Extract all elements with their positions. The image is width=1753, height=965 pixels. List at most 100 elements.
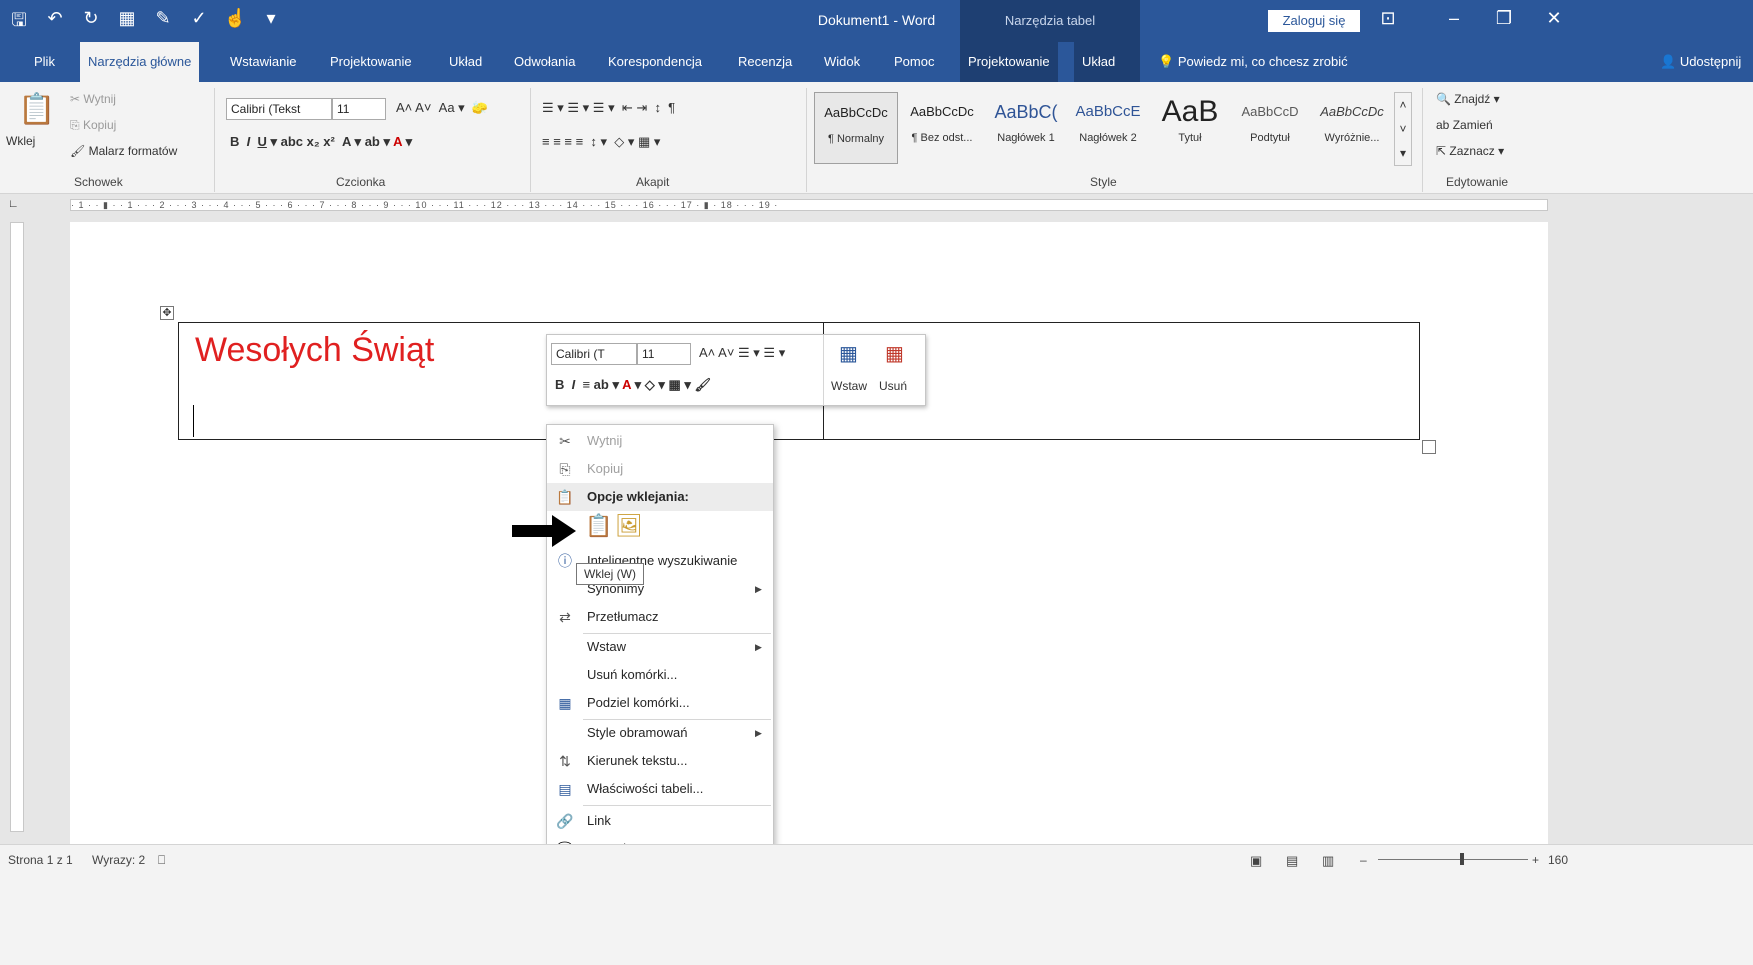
- paste-keep-source-icon[interactable]: 📋: [585, 513, 612, 539]
- mini-delete-button[interactable]: Usuń: [879, 379, 907, 393]
- zoom-level[interactable]: 160: [1548, 853, 1568, 867]
- font-size-select[interactable]: 11: [332, 98, 386, 120]
- zoom-out-icon[interactable]: –: [1360, 853, 1367, 867]
- list-controls[interactable]: ☰ ▾ ☰ ▾ ☰ ▾ ⇤ ⇥ ↕ ¶: [542, 100, 675, 116]
- menu-item-label: Podziel komórki...: [587, 695, 690, 710]
- styles-scroll-controls[interactable]: ˄ ˅ ▾: [1394, 92, 1412, 166]
- ribbon-display-options-icon[interactable]: ⊡: [1368, 8, 1408, 29]
- table-delete-icon[interactable]: ▦: [885, 341, 904, 366]
- replace-button[interactable]: ab Zamień: [1436, 118, 1493, 132]
- tab-home[interactable]: Narzędzia główne: [80, 42, 200, 82]
- document-page[interactable]: ✥ Wesołych Świąt: [70, 222, 1548, 844]
- share-label: Udostępnij: [1679, 54, 1742, 69]
- paste-tooltip: Wklej (W): [576, 563, 644, 585]
- mini-insert-button[interactable]: Wstaw: [831, 379, 867, 393]
- page-count[interactable]: Strona 1 z 1: [8, 853, 73, 867]
- tab-insert[interactable]: Wstawianie: [222, 42, 304, 82]
- table-properties-icon: ▤: [558, 781, 572, 797]
- find-button[interactable]: 🔍 Znajdź ▾: [1436, 92, 1500, 106]
- format-painter-button[interactable]: 🖌 Malarz formatów: [70, 144, 177, 158]
- table-resize-handle[interactable]: [1422, 440, 1436, 454]
- alignment-controls[interactable]: ≡ ≡ ≡ ≡ ↕ ▾ ◇ ▾ ▦ ▾: [542, 134, 660, 150]
- paste-picture-icon[interactable]: 🖼: [615, 513, 643, 539]
- mini-size-select[interactable]: 11: [637, 343, 691, 365]
- tab-help[interactable]: Pomoc: [886, 42, 942, 82]
- menu-item-link[interactable]: 🔗 Link: [547, 807, 773, 835]
- share-button[interactable]: 👤 Udostępnij: [1652, 42, 1749, 82]
- pointer-arrow-icon: [512, 515, 576, 547]
- restore-icon[interactable]: ❐: [1484, 8, 1524, 29]
- select-button[interactable]: ⇱ Zaznacz ▾: [1436, 144, 1504, 158]
- font-format-controls[interactable]: B I U ▾ abc x₂ x² A ▾ ab ▾ A ▾: [230, 134, 412, 150]
- tab-references[interactable]: Odwołania: [506, 42, 583, 82]
- tab-mailings[interactable]: Korespondencja: [600, 42, 710, 82]
- minimize-icon[interactable]: –: [1434, 8, 1474, 29]
- style-name: Nagłówek 1: [997, 132, 1055, 144]
- read-mode-icon[interactable]: ▣: [1250, 853, 1262, 869]
- tab-view[interactable]: Widok: [816, 42, 868, 82]
- login-button[interactable]: Zaloguj się: [1268, 10, 1360, 32]
- zoom-slider[interactable]: [1378, 859, 1528, 860]
- menu-item-label: Link: [587, 813, 611, 828]
- tell-me-box[interactable]: 💡 Powiedz mi, co chcesz zrobić: [1150, 42, 1356, 82]
- menu-item-split-cells[interactable]: ▦ Podziel komórki...: [547, 689, 773, 717]
- submenu-arrow-icon: ▶: [755, 642, 762, 652]
- copy-button[interactable]: ⎘ Kopiuj: [70, 118, 116, 133]
- zoom-in-icon[interactable]: +: [1532, 853, 1539, 867]
- font-size-controls[interactable]: A˄ A˅ Aa ▾ 🧽: [396, 100, 488, 116]
- table-move-handle-icon[interactable]: ✥: [160, 306, 174, 320]
- vertical-ruler[interactable]: [10, 222, 24, 832]
- word-count[interactable]: Wyrazy: 2: [92, 853, 145, 867]
- menu-item-cut[interactable]: ✂ Wytnij: [547, 427, 773, 455]
- zoom-slider-thumb[interactable]: [1460, 853, 1464, 865]
- styles-group-label: Style: [1090, 175, 1117, 189]
- tab-review[interactable]: Recenzja: [730, 42, 800, 82]
- web-layout-icon[interactable]: ▥: [1322, 853, 1334, 869]
- print-layout-icon[interactable]: ▤: [1286, 853, 1298, 869]
- mini-font-select[interactable]: Calibri (T: [551, 343, 637, 365]
- horizontal-ruler[interactable]: ∟ · 1 · · ▮ · · 1 · · · 2 · · · 3 · · · …: [0, 194, 1753, 216]
- tab-table-design[interactable]: Projektowanie: [960, 42, 1058, 82]
- tab-file[interactable]: Plik: [26, 42, 63, 82]
- style-title[interactable]: AaB Tytuł: [1148, 92, 1232, 164]
- proofing-icon[interactable]: ⎕: [158, 853, 165, 868]
- greeting-text[interactable]: Wesołych Świąt: [195, 331, 434, 370]
- paste-icon[interactable]: 📋: [18, 92, 55, 127]
- mini-font-size-controls[interactable]: A˄ A˅ ☰ ▾ ☰ ▾: [699, 345, 785, 361]
- style-emphasis[interactable]: AaBbCcDc Wyróżnie...: [1310, 92, 1394, 164]
- style-preview: AaB: [1161, 95, 1219, 128]
- paste-button[interactable]: Wklej: [6, 134, 35, 148]
- font-group-label: Czcionka: [336, 175, 386, 189]
- menu-item-delete-cells[interactable]: Usuń komórki...: [547, 661, 773, 689]
- table-insert-icon[interactable]: ▦: [839, 341, 858, 366]
- scissors-icon: ✂: [70, 92, 84, 106]
- format-painter-label: Malarz formatów: [88, 144, 178, 158]
- menu-item-text-direction[interactable]: ⇅ Kierunek tekstu...: [547, 747, 773, 775]
- style-no-spacing[interactable]: AaBbCcDc ¶ Bez odst...: [900, 92, 984, 164]
- menu-item-border-styles[interactable]: Style obramowań ▶: [547, 719, 773, 747]
- tab-selector-icon[interactable]: ∟: [8, 198, 19, 210]
- style-name: ¶ Normalny: [827, 133, 885, 145]
- menu-separator: [583, 805, 771, 806]
- style-heading-2[interactable]: AaBbCcE Nagłówek 2: [1066, 92, 1150, 164]
- font-family-select[interactable]: Calibri (Tekst: [226, 98, 332, 120]
- info-icon: ⓘ: [558, 553, 572, 569]
- mini-format-controls[interactable]: B I ≡ ab ▾ A ▾ ◇ ▾ ▦ ▾ 🖌: [555, 377, 711, 393]
- ribbon: 📋 Wklej ✂ Wytnij ⎘ Kopiuj 🖌 Malarz forma…: [0, 82, 1753, 194]
- close-icon[interactable]: ✕: [1534, 8, 1574, 29]
- menu-item-insert[interactable]: Wstaw ▶: [547, 633, 773, 661]
- style-heading-1[interactable]: AaBbC( Nagłówek 1: [984, 92, 1068, 164]
- style-subtitle[interactable]: AaBbCcD Podtytuł: [1228, 92, 1312, 164]
- cut-button[interactable]: ✂ Wytnij: [70, 92, 116, 106]
- tab-layout[interactable]: Układ: [441, 42, 490, 82]
- menu-item-table-properties[interactable]: ▤ Właściwości tabeli...: [547, 775, 773, 803]
- text-cursor: [193, 405, 194, 437]
- person-icon: 👤: [1660, 54, 1677, 69]
- menu-item-translate[interactable]: ⇄ Przetłumacz: [547, 603, 773, 631]
- tab-design[interactable]: Projektowanie: [322, 42, 420, 82]
- tab-table-layout[interactable]: Układ: [1074, 42, 1140, 82]
- style-name: ¶ Bez odst...: [911, 132, 973, 144]
- menu-item-copy[interactable]: ⎘ Kopiuj: [547, 455, 773, 483]
- style-normal[interactable]: AaBbCcDc ¶ Normalny: [814, 92, 898, 164]
- style-name: Nagłówek 2: [1079, 132, 1137, 144]
